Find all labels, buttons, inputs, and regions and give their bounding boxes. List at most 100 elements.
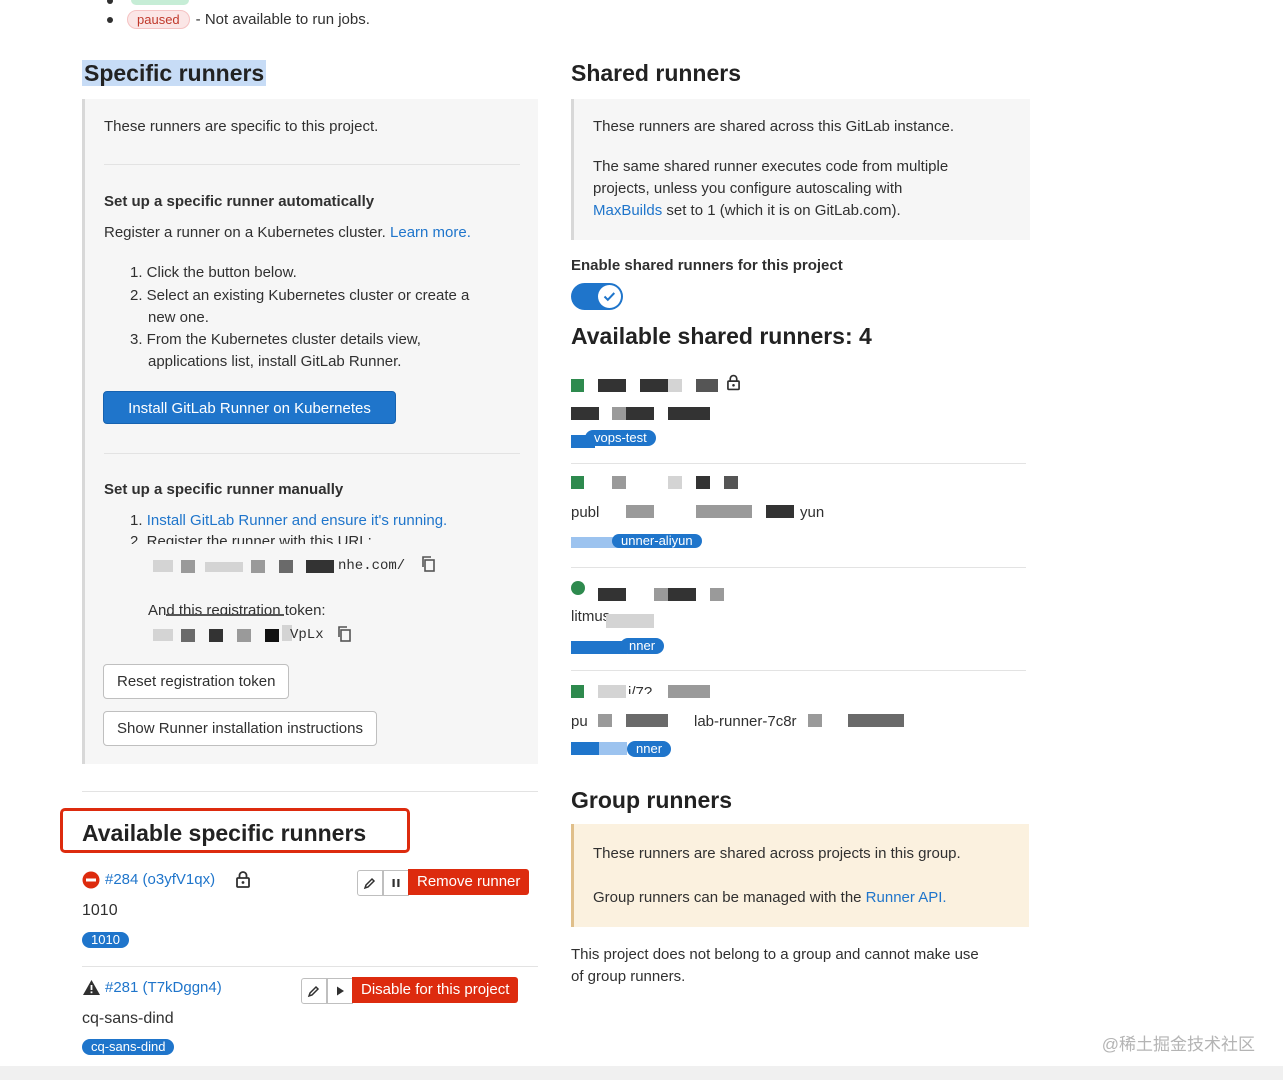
runner-description: pu — [571, 713, 588, 730]
available-shared-title: Available shared runners: 4 — [571, 323, 872, 349]
pause-icon — [392, 879, 400, 887]
auto-setup-heading: Set up a specific runner automatically — [104, 193, 375, 210]
registration-url: nhe.com/ — [338, 558, 406, 574]
redacted — [696, 505, 752, 518]
edit-runner-284-button[interactable] — [357, 870, 383, 896]
redacted — [668, 476, 682, 489]
divider — [104, 453, 520, 454]
online-status-icon — [571, 581, 585, 595]
redacted — [654, 588, 668, 601]
redacted — [205, 562, 243, 572]
divider — [571, 463, 1026, 464]
legend-paused-row: paused - Not available to run jobs. — [107, 10, 370, 29]
legend-active-row — [107, 0, 190, 9]
runner-tag: nner — [620, 638, 665, 654]
redacted — [598, 379, 626, 392]
paused-icon — [82, 871, 100, 894]
runner-description: lab-runner-7c8r — [694, 713, 797, 730]
active-badge — [131, 0, 190, 5]
redacted — [598, 685, 626, 698]
enable-shared-runners-toggle[interactable] — [571, 283, 623, 310]
copy-token-icon[interactable] — [337, 625, 353, 648]
redacted — [696, 476, 710, 489]
runner-284-description: 1010 — [82, 902, 118, 919]
redacted — [598, 714, 612, 727]
toggle-knob — [598, 285, 621, 308]
manual-setup-heading: Set up a specific runner manually — [104, 481, 344, 498]
warning-icon — [82, 979, 101, 1001]
redacted — [153, 560, 173, 572]
runner-tag: vops-test — [585, 430, 656, 446]
auto-step: 2. Select an existing Kubernetes cluster… — [130, 287, 470, 304]
token-label-wrap: And this registration token: — [148, 600, 338, 622]
runner-284-link[interactable]: #284 (o3yfV1qx) — [105, 869, 215, 891]
disable-for-project-button[interactable]: Disable for this project — [352, 977, 519, 1003]
available-specific-title: Available specific runners — [82, 820, 367, 846]
divider — [104, 164, 520, 165]
runner-tag: unner-aliyun — [612, 534, 702, 548]
runner-tag: 1010 — [82, 932, 129, 948]
group-desc-2: Group runners can be managed with the Ru… — [593, 889, 947, 906]
runner-description: yun — [800, 504, 825, 521]
redacted — [571, 407, 599, 420]
copy-url-icon[interactable] — [421, 555, 437, 578]
auto-setup-desc: Register a runner on a Kubernetes cluste… — [104, 224, 471, 241]
shared-runners-title: Shared runners — [571, 60, 741, 86]
shared-desc-2: projects, unless you configure autoscali… — [593, 180, 903, 197]
redacted — [612, 407, 626, 420]
redacted — [766, 505, 794, 518]
edit-runner-281-button[interactable] — [301, 978, 327, 1004]
redacted — [251, 560, 265, 573]
lock-icon — [236, 871, 250, 893]
registration-token: VpLx — [290, 627, 324, 643]
runner-api-link[interactable]: Runner API. — [866, 889, 947, 906]
runner-281-link[interactable]: #281 (T7kDggn4) — [105, 977, 222, 999]
shared-desc-2: The same shared runner executes code fro… — [593, 158, 949, 175]
enable-shared-label: Enable shared runners for this project — [571, 257, 843, 274]
redacted — [640, 379, 668, 392]
show-install-instructions-button[interactable]: Show Runner installation instructions — [103, 711, 377, 746]
pencil-icon — [363, 877, 376, 890]
auto-step: applications list, install GitLab Runner… — [148, 353, 402, 370]
pencil-icon — [307, 985, 320, 998]
check-icon — [603, 292, 616, 302]
runner-description: litmus — [571, 608, 611, 625]
runner-tag: nner — [627, 741, 672, 757]
redacted — [181, 560, 195, 573]
install-runner-kubernetes-button[interactable]: Install GitLab Runner on Kubernetes — [103, 391, 396, 424]
redacted — [626, 407, 654, 420]
resume-runner-281-button[interactable] — [327, 978, 353, 1004]
online-status-icon — [571, 476, 584, 489]
group-note: This project does not belong to a group … — [571, 946, 979, 963]
specific-runners-title: Specific runners — [82, 60, 267, 86]
redacted — [668, 685, 710, 698]
install-runner-link[interactable]: Install GitLab Runner and ensure it's ru… — [147, 512, 448, 529]
auto-step: new one. — [148, 309, 209, 326]
maxbuilds-link[interactable]: MaxBuilds — [593, 202, 662, 219]
online-status-icon — [571, 379, 584, 392]
paused-badge: paused — [127, 10, 190, 29]
learn-more-link[interactable]: Learn more. — [390, 224, 471, 241]
redacted — [696, 379, 718, 392]
watermark: @稀土掘金技术社区 — [1101, 1035, 1255, 1054]
reset-token-button[interactable]: Reset registration token — [103, 664, 290, 699]
bottom-bar — [0, 1066, 1283, 1080]
redacted — [599, 742, 627, 755]
redacted — [279, 560, 293, 573]
redacted — [153, 629, 173, 641]
divider — [571, 670, 1026, 671]
group-runners-title: Group runners — [571, 787, 733, 813]
shared-desc-1: These runners are shared across this Git… — [593, 118, 955, 135]
paused-legend-text: - Not available to run jobs. — [195, 11, 370, 28]
remove-runner-button[interactable]: Remove runner — [408, 869, 530, 895]
group-desc-1: These runners are shared across projects… — [593, 845, 961, 862]
redacted — [306, 560, 334, 573]
specific-intro: These runners are specific to this proje… — [104, 118, 379, 135]
bullet — [107, 17, 113, 24]
redacted — [612, 476, 626, 489]
runner-281-description: cq-sans-dind — [82, 1010, 174, 1027]
divider — [571, 567, 1026, 568]
redacted — [724, 476, 738, 489]
pause-runner-284-button[interactable] — [383, 870, 409, 896]
redacted — [571, 742, 599, 755]
